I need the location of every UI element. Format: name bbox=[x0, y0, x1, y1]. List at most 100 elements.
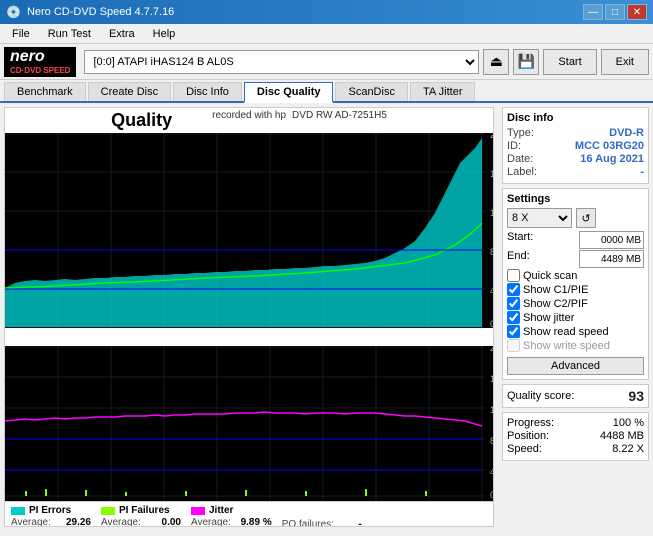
tab-create-disc[interactable]: Create Disc bbox=[88, 82, 171, 101]
end-input[interactable] bbox=[579, 250, 644, 268]
show-jitter-row: Show jitter bbox=[507, 311, 644, 324]
disc-id-value: MCC 03RG20 bbox=[575, 140, 644, 152]
toolbar: nero CD·DVD SPEED [0:0] ATAPI iHAS124 B … bbox=[0, 44, 653, 80]
position-value: 4488 MB bbox=[600, 430, 644, 442]
pi-errors-chart: 200 160 120 80 40 0 20 16 12 8 4 0 0. bbox=[5, 133, 493, 328]
quality-score-row: Quality score: 93 bbox=[502, 384, 649, 408]
show-read-speed-checkbox[interactable] bbox=[507, 325, 520, 338]
svg-text:20: 20 bbox=[490, 133, 493, 140]
disc-info-title: Disc info bbox=[507, 112, 644, 124]
svg-text:12: 12 bbox=[490, 208, 493, 218]
menu-file[interactable]: File bbox=[4, 26, 38, 42]
disc-id-row: ID: MCC 03RG20 bbox=[507, 140, 644, 152]
tab-disc-quality[interactable]: Disc Quality bbox=[244, 82, 334, 103]
start-button[interactable]: Start bbox=[543, 49, 596, 75]
drive-model: DVD RW AD-7251H5 bbox=[292, 110, 387, 131]
pi-errors-avg-value: 29.26 bbox=[66, 517, 91, 527]
position-label: Position: bbox=[507, 430, 549, 442]
close-button[interactable]: ✕ bbox=[627, 4, 647, 20]
start-input[interactable] bbox=[579, 231, 644, 249]
disc-type-label: Type: bbox=[507, 127, 534, 139]
pi-errors-stats: PI Errors Average: 29.26 Maximum: 169 To… bbox=[11, 505, 91, 527]
pi-errors-label: PI Errors bbox=[29, 505, 71, 516]
recorded-with: recorded with hp bbox=[212, 110, 286, 131]
title-bar-left: 💿 Nero CD-DVD Speed 4.7.7.16 bbox=[6, 5, 174, 19]
speed-row-prog: Speed: 8.22 X bbox=[507, 443, 644, 455]
show-write-speed-label: Show write speed bbox=[523, 340, 610, 352]
speed-selector[interactable]: 8 X Maximum 2 X 4 X 12 X 16 X bbox=[507, 208, 572, 228]
disc-type-row: Type: DVD-R bbox=[507, 127, 644, 139]
pi-failures-stats: PI Failures Average: 0.00 Maximum: 3 Tot… bbox=[101, 505, 181, 527]
refresh-button[interactable]: ↺ bbox=[576, 208, 596, 228]
svg-text:4: 4 bbox=[490, 286, 493, 296]
main-content: Quality recorded with hp DVD RW AD-7251H… bbox=[0, 103, 653, 531]
disc-info-section: Disc info Type: DVD-R ID: MCC 03RG20 Dat… bbox=[502, 107, 649, 184]
quick-scan-checkbox[interactable] bbox=[507, 269, 520, 282]
svg-text:0: 0 bbox=[490, 319, 493, 328]
po-failures-stats: PO failures: - bbox=[282, 505, 362, 527]
app-icon: 💿 bbox=[6, 5, 21, 19]
menu-help[interactable]: Help bbox=[145, 26, 184, 42]
stats-bar: PI Errors Average: 29.26 Maximum: 169 To… bbox=[5, 501, 493, 527]
menu-run-test[interactable]: Run Test bbox=[40, 26, 99, 42]
show-jitter-checkbox[interactable] bbox=[507, 311, 520, 324]
pi-failures-avg-value: 0.00 bbox=[162, 517, 181, 527]
tab-benchmark[interactable]: Benchmark bbox=[4, 82, 86, 101]
disc-label-row: Label: - bbox=[507, 166, 644, 178]
svg-text:16: 16 bbox=[490, 374, 493, 384]
chart-title-row: Quality recorded with hp DVD RW AD-7251H… bbox=[5, 108, 493, 133]
disc-label-value: - bbox=[640, 166, 644, 178]
quality-score-label: Quality score: bbox=[507, 390, 574, 402]
svg-text:0: 0 bbox=[490, 490, 493, 500]
quality-label: Quality bbox=[111, 110, 172, 131]
chart-area: Quality recorded with hp DVD RW AD-7251H… bbox=[4, 107, 494, 527]
exit-button[interactable]: Exit bbox=[601, 49, 649, 75]
jitter-legend bbox=[191, 507, 205, 515]
disc-label-label: Label: bbox=[507, 166, 537, 178]
drive-selector[interactable]: [0:0] ATAPI iHAS124 B AL0S bbox=[84, 50, 479, 74]
show-write-speed-row: Show write speed bbox=[507, 339, 644, 352]
svg-text:16: 16 bbox=[490, 169, 493, 179]
tab-disc-info[interactable]: Disc Info bbox=[173, 82, 242, 101]
svg-text:12: 12 bbox=[490, 405, 493, 415]
show-c1-pie-label: Show C1/PIE bbox=[523, 284, 588, 296]
show-c1-pie-row: Show C1/PIE bbox=[507, 283, 644, 296]
speed-prog-value: 8.22 X bbox=[612, 443, 644, 455]
settings-title: Settings bbox=[507, 193, 644, 205]
svg-text:8: 8 bbox=[490, 247, 493, 257]
tab-scan-disc[interactable]: ScanDisc bbox=[335, 82, 407, 101]
menu-extra[interactable]: Extra bbox=[101, 26, 143, 42]
show-c1-pie-checkbox[interactable] bbox=[507, 283, 520, 296]
tab-ta-jitter[interactable]: TA Jitter bbox=[410, 82, 476, 101]
po-failures-value: - bbox=[358, 519, 361, 527]
pif-jitter-chart: 10 8 6 4 2 0 20 16 12 8 4 0 bbox=[5, 346, 493, 501]
start-row: Start: bbox=[507, 231, 644, 249]
title-bar-text: Nero CD-DVD Speed 4.7.7.16 bbox=[27, 6, 174, 18]
show-c2-pif-checkbox[interactable] bbox=[507, 297, 520, 310]
pi-failures-avg-label: Average: bbox=[101, 517, 141, 527]
save-button[interactable]: 💾 bbox=[513, 49, 539, 75]
quick-scan-label: Quick scan bbox=[523, 270, 577, 282]
minimize-button[interactable]: — bbox=[583, 4, 603, 20]
maximize-button[interactable]: □ bbox=[605, 4, 625, 20]
show-read-speed-row: Show read speed bbox=[507, 325, 644, 338]
menu-bar: File Run Test Extra Help bbox=[0, 24, 653, 44]
end-row: End: bbox=[507, 250, 644, 268]
eject-button[interactable]: ⏏ bbox=[483, 49, 509, 75]
nero-logo: nero CD·DVD SPEED bbox=[4, 47, 76, 77]
show-read-speed-label: Show read speed bbox=[523, 326, 609, 338]
disc-type-value: DVD-R bbox=[609, 127, 644, 139]
jitter-avg-label: Average: bbox=[191, 517, 231, 527]
start-label: Start: bbox=[507, 231, 533, 249]
progress-value: 100 % bbox=[613, 417, 644, 429]
pi-errors-avg-label: Average: bbox=[11, 517, 51, 527]
position-row: Position: 4488 MB bbox=[507, 430, 644, 442]
progress-section: Progress: 100 % Position: 4488 MB Speed:… bbox=[502, 412, 649, 461]
show-write-speed-checkbox bbox=[507, 339, 520, 352]
advanced-button[interactable]: Advanced bbox=[507, 357, 644, 375]
quality-score-value: 93 bbox=[628, 388, 644, 404]
title-bar-controls: — □ ✕ bbox=[583, 4, 647, 20]
speed-prog-label: Speed: bbox=[507, 443, 542, 455]
disc-date-row: Date: 16 Aug 2021 bbox=[507, 153, 644, 165]
disc-date-value: 16 Aug 2021 bbox=[580, 153, 644, 165]
